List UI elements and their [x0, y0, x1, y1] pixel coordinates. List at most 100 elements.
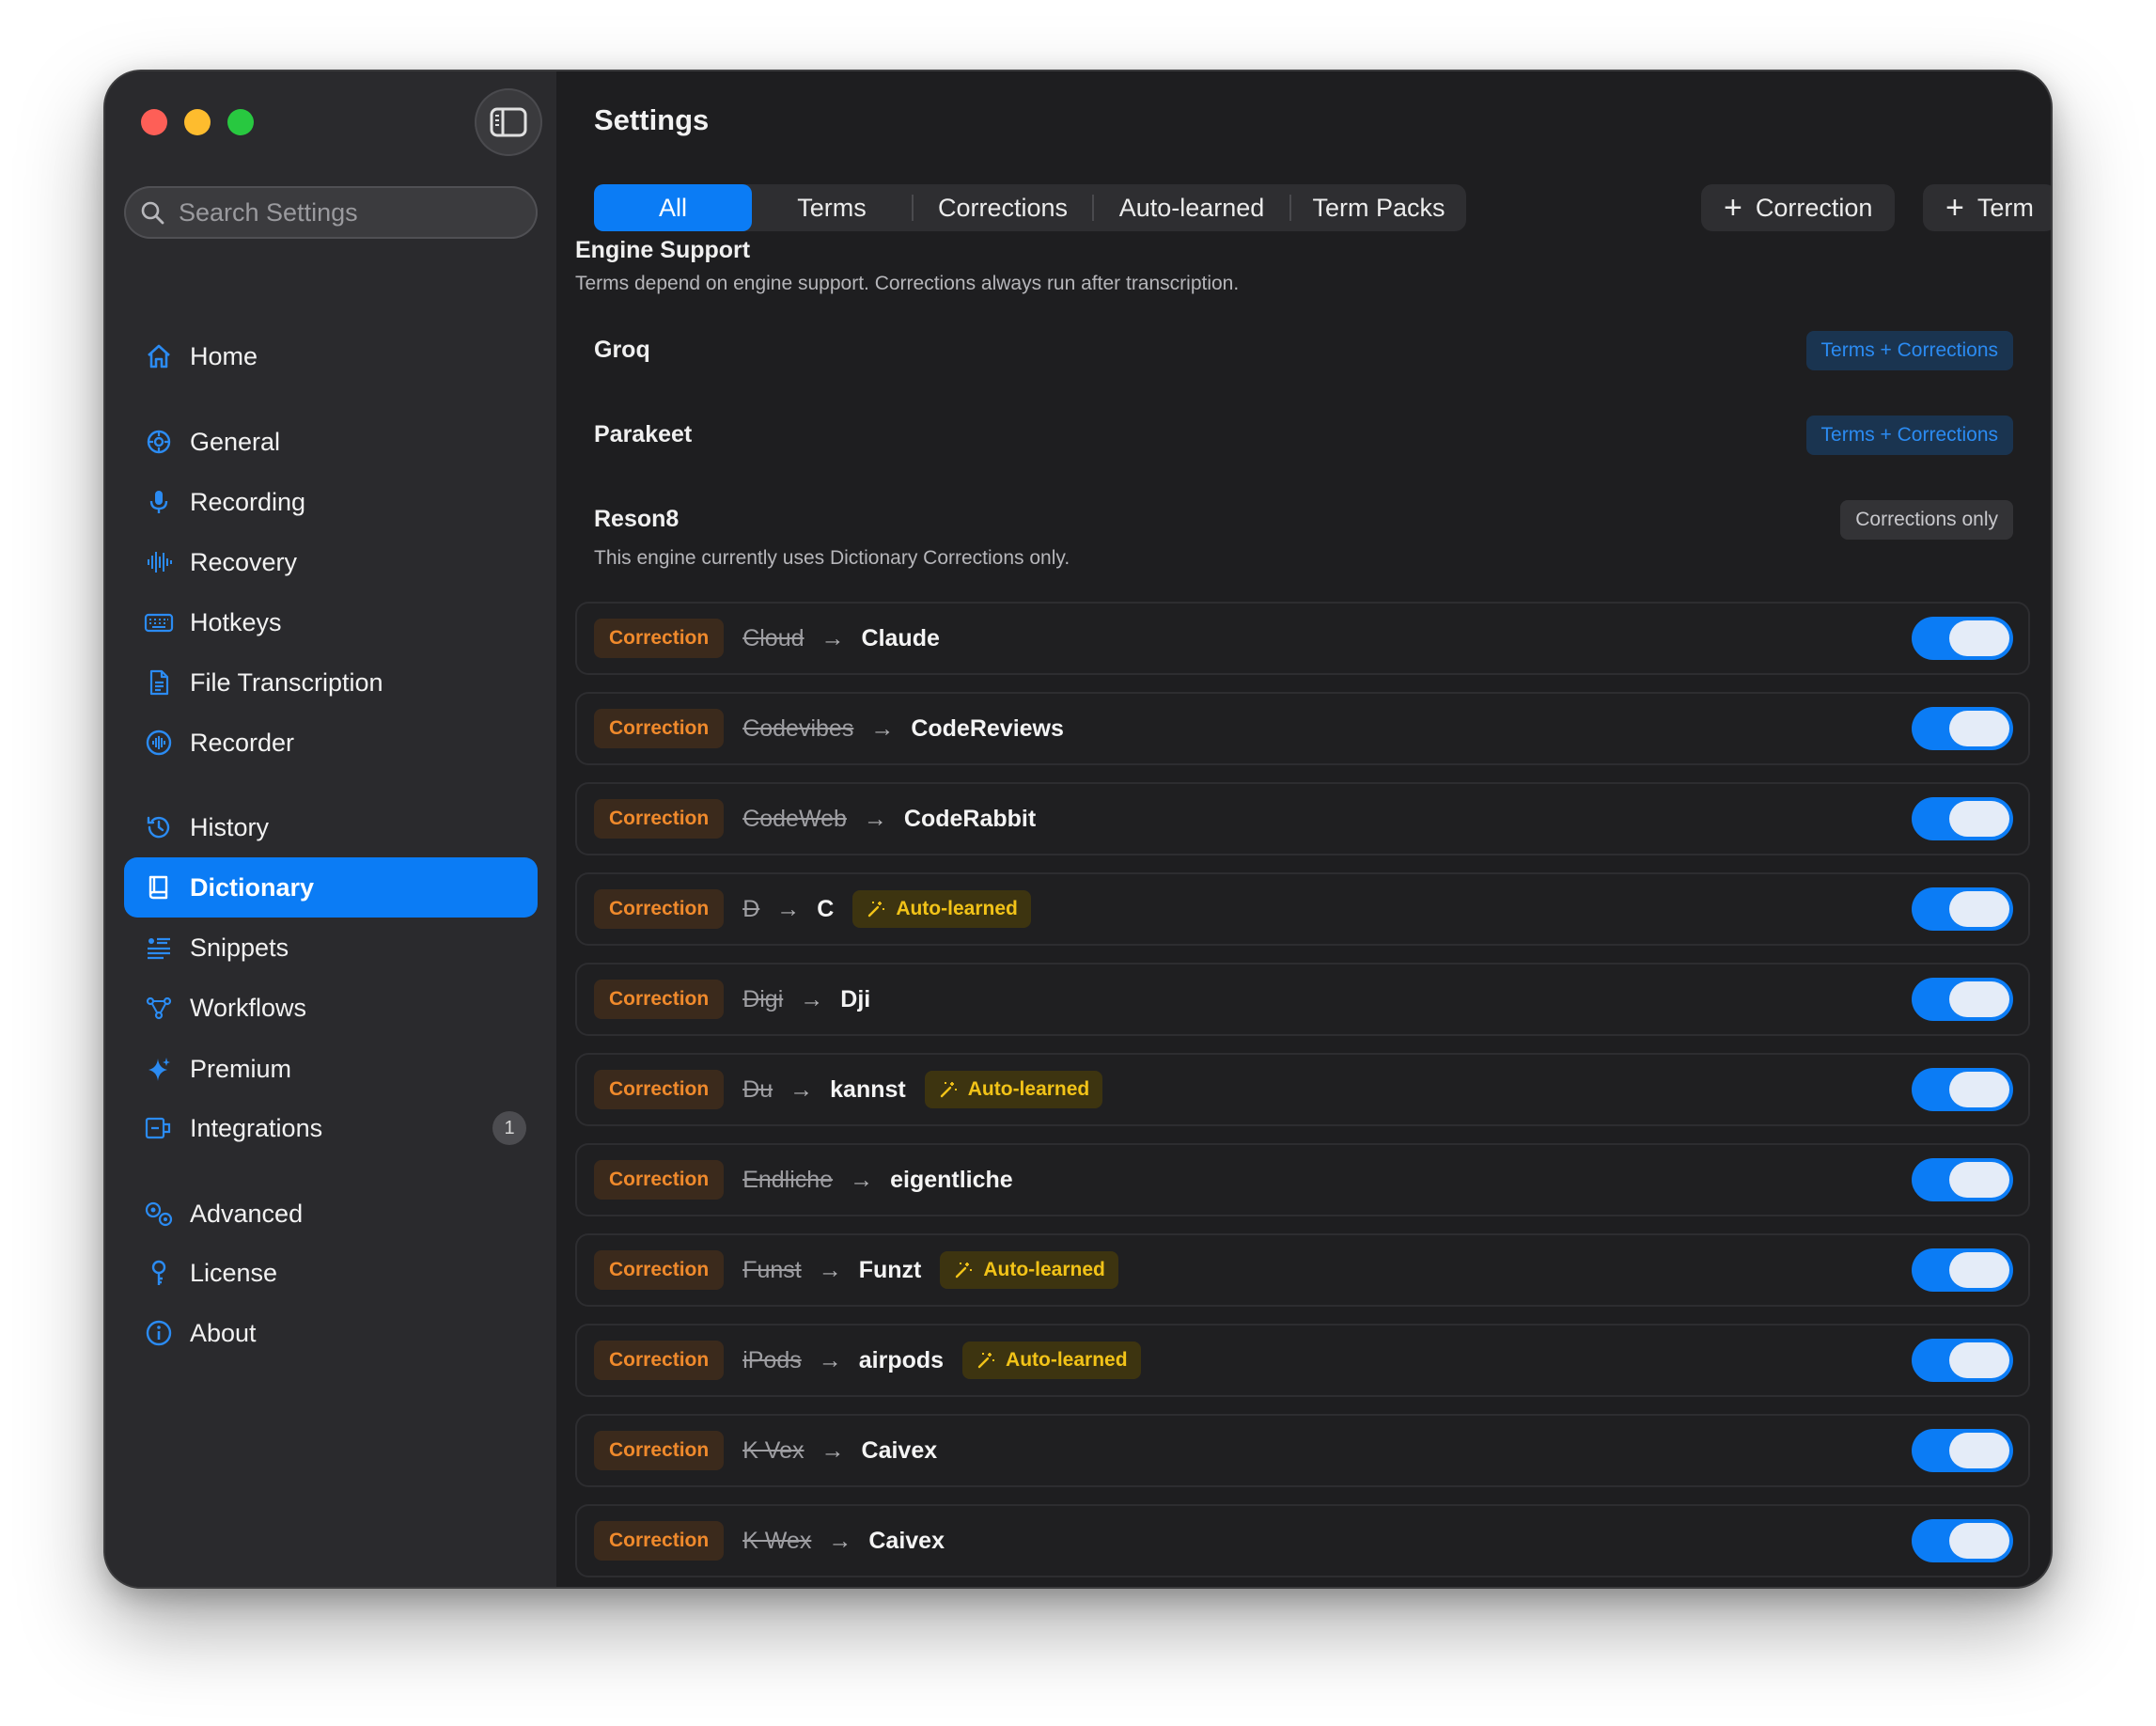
- arrow-right-icon: →: [789, 1075, 814, 1103]
- sidebar-item-label: File Transcription: [190, 667, 383, 697]
- entry-enabled-toggle[interactable]: [1912, 1158, 2013, 1201]
- dictionary-row[interactable]: Correction CodeWeb → CodeRabbit: [575, 782, 2030, 855]
- replacement-word: CodeReviews: [911, 714, 1064, 742]
- dictionary-row[interactable]: Correction K Wex → Caivex: [575, 1504, 2030, 1577]
- search-field[interactable]: [124, 186, 538, 239]
- sidebar-item-history[interactable]: History: [124, 797, 538, 857]
- arrow-right-icon: →: [800, 985, 824, 1012]
- tab-terms[interactable]: Terms: [752, 184, 912, 231]
- magic-wand-icon: [956, 1263, 973, 1279]
- correction-tag: Correction: [594, 1341, 725, 1380]
- sidebar-item-label: License: [190, 1258, 278, 1287]
- engine-support-title: Engine Support: [575, 237, 751, 263]
- entry-enabled-toggle[interactable]: [1912, 1068, 2013, 1111]
- tab-term-packs[interactable]: Term Packs: [1291, 184, 1466, 231]
- snippets-icon: [143, 932, 175, 964]
- sidebar-item-hotkeys[interactable]: Hotkeys: [124, 592, 538, 652]
- engine-name: Parakeet: [594, 421, 693, 447]
- toggle-knob: [1949, 1252, 2009, 1288]
- sidebar-item-integrations[interactable]: Integrations 1: [124, 1098, 538, 1158]
- toggle-knob: [1949, 1433, 2009, 1468]
- dictionary-row[interactable]: Correction iPods → airpods Auto-learned: [575, 1324, 2030, 1397]
- engine-support-badge: Terms + Corrections: [1805, 331, 2013, 370]
- add-correction-button[interactable]: + Correction: [1701, 184, 1896, 231]
- engine-name: Groq: [594, 337, 650, 363]
- minimize-window-button[interactable]: [184, 109, 211, 135]
- sidebar-item-advanced[interactable]: Advanced: [124, 1184, 538, 1244]
- dictionary-row[interactable]: Correction Funst → Funzt Auto-learned: [575, 1233, 2030, 1307]
- entry-enabled-toggle[interactable]: [1912, 797, 2013, 840]
- auto-learned-tag: Auto-learned: [924, 1071, 1103, 1108]
- sidebar-item-home[interactable]: Home: [124, 326, 538, 386]
- magic-wand-icon: [868, 902, 885, 918]
- sidebar-item-license[interactable]: License: [124, 1243, 538, 1303]
- toggle-knob: [1949, 1072, 2009, 1107]
- magic-wand-icon: [977, 1353, 995, 1369]
- dictionary-row[interactable]: Correction Digi → Dji: [575, 963, 2030, 1036]
- sidebar-item-label: Recording: [190, 487, 306, 516]
- original-word: Codevibes: [742, 714, 854, 742]
- integrations-icon: [143, 1112, 175, 1144]
- sidebar-toggle-button[interactable]: [475, 88, 542, 156]
- entry-enabled-toggle[interactable]: [1912, 1248, 2013, 1292]
- entry-enabled-toggle[interactable]: [1912, 1339, 2013, 1382]
- arrow-right-icon: →: [776, 895, 801, 922]
- search-input[interactable]: [177, 196, 519, 228]
- toggle-knob: [1949, 801, 2009, 837]
- plus-icon: +: [1724, 189, 1742, 226]
- entry-enabled-toggle[interactable]: [1912, 1429, 2013, 1472]
- tab-corrections[interactable]: Corrections: [914, 184, 1092, 231]
- sidebar-item-workflows[interactable]: Workflows: [124, 978, 538, 1038]
- tab-auto-learned[interactable]: Auto-learned: [1094, 184, 1289, 231]
- entry-enabled-toggle[interactable]: [1912, 887, 2013, 931]
- sidebar-item-label: Home: [190, 341, 258, 370]
- add-term-label: Term: [1976, 193, 2034, 222]
- toggle-knob: [1949, 1162, 2009, 1198]
- arrow-right-icon: →: [870, 714, 895, 742]
- home-icon: [143, 340, 175, 372]
- sidebar-item-snippets[interactable]: Snippets: [124, 918, 538, 978]
- entry-enabled-toggle[interactable]: [1912, 707, 2013, 750]
- key-icon: [143, 1257, 175, 1289]
- sparkle-icon: [143, 1053, 175, 1085]
- sidebar-item-general[interactable]: General: [124, 412, 538, 472]
- dictionary-row[interactable]: Correction Codevibes → CodeReviews: [575, 692, 2030, 765]
- integrations-count-badge: 1: [492, 1111, 526, 1145]
- plus-icon: +: [1945, 189, 1964, 226]
- sidebar-item-about[interactable]: About: [124, 1303, 538, 1363]
- sidebar-item-recovery[interactable]: Recovery: [124, 532, 538, 592]
- sidebar-item-recorder[interactable]: Recorder: [124, 713, 538, 773]
- dictionary-row[interactable]: Correction Endliche → eigentliche: [575, 1143, 2030, 1216]
- replacement-word: C: [817, 895, 835, 922]
- dictionary-row[interactable]: Correction D → C Auto-learned: [575, 872, 2030, 946]
- replacement-word: Claude: [861, 624, 940, 651]
- toggle-knob: [1949, 711, 2009, 746]
- auto-learned-tag: Auto-learned: [852, 890, 1031, 928]
- dictionary-row[interactable]: Correction K Vex → Caivex: [575, 1414, 2030, 1487]
- correction-tag: Correction: [594, 1250, 725, 1290]
- sidebar-item-label: General: [190, 427, 281, 456]
- correction-tag: Correction: [594, 1521, 725, 1561]
- sidebar-item-file-transcription[interactable]: File Transcription: [124, 652, 538, 713]
- magic-wand-icon: [940, 1082, 957, 1098]
- sidebar-item-dictionary[interactable]: Dictionary: [124, 857, 538, 918]
- sidebar-item-recording[interactable]: Recording: [124, 472, 538, 532]
- engine-support-badge: Corrections only: [1840, 500, 2013, 540]
- add-term-button[interactable]: + Term: [1923, 184, 2051, 231]
- correction-tag: Correction: [594, 1160, 725, 1200]
- sidebar-item-label: Workflows: [190, 993, 307, 1022]
- auto-learned-label: Auto-learned: [896, 898, 1018, 919]
- auto-learned-label: Auto-learned: [983, 1259, 1105, 1280]
- sidebar: Home General Recording Recovery Hotkeys …: [105, 71, 556, 1587]
- tab-all[interactable]: All: [594, 184, 752, 231]
- close-window-button[interactable]: [141, 109, 167, 135]
- sidebar-item-premium[interactable]: Premium: [124, 1039, 538, 1099]
- entry-enabled-toggle[interactable]: [1912, 1519, 2013, 1562]
- sidebar-item-label: Integrations: [190, 1113, 323, 1142]
- dictionary-row[interactable]: Correction Du → kannst Auto-learned: [575, 1053, 2030, 1126]
- entry-enabled-toggle[interactable]: [1912, 617, 2013, 660]
- entry-enabled-toggle[interactable]: [1912, 978, 2013, 1021]
- replacement-word: Caivex: [861, 1436, 938, 1464]
- zoom-window-button[interactable]: [227, 109, 254, 135]
- dictionary-row[interactable]: Correction Cloud → Claude: [575, 602, 2030, 675]
